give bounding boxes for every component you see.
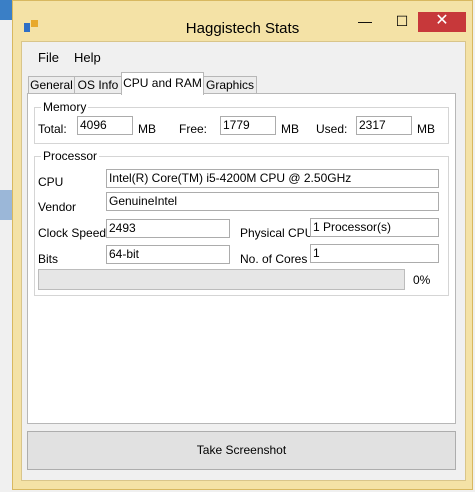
- take-screenshot-button[interactable]: Take Screenshot: [27, 431, 456, 470]
- memory-free-unit: MB: [281, 122, 299, 136]
- tab-graphics[interactable]: Graphics: [203, 76, 257, 94]
- cpu-progress-bar: [38, 269, 405, 290]
- cpu-label: CPU: [38, 175, 64, 189]
- cpu-field[interactable]: Intel(R) Core(TM) i5-4200M CPU @ 2.50GHz: [106, 169, 439, 188]
- close-button[interactable]: ✕: [418, 12, 466, 32]
- vendor-field[interactable]: GenuineIntel: [106, 192, 439, 211]
- tab-os-info[interactable]: OS Info: [74, 76, 122, 94]
- physical-cpu-label: Physical CPU:: [240, 226, 317, 240]
- memory-total-unit: MB: [138, 122, 156, 136]
- cores-field[interactable]: 1: [310, 244, 439, 263]
- maximize-button[interactable]: ☐: [387, 12, 417, 32]
- processor-group-label: Processor: [41, 149, 100, 163]
- app-window: Haggistech Stats — ☐ ✕ File Help General…: [12, 0, 473, 490]
- clock-speed-field[interactable]: 2493: [106, 219, 230, 238]
- tab-general[interactable]: General: [28, 76, 75, 94]
- memory-group: Memory Total: 4096 MB Free: 1779 MB Used…: [34, 100, 449, 144]
- vendor-label: Vendor: [38, 200, 77, 214]
- tab-cpu-and-ram[interactable]: CPU and RAM: [121, 72, 204, 95]
- desktop-strip: [0, 0, 12, 20]
- memory-used-label: Used:: [316, 122, 348, 136]
- minimize-button[interactable]: —: [352, 12, 378, 32]
- cpu-progress-text: 0%: [413, 273, 431, 287]
- menu-help[interactable]: Help: [74, 50, 101, 65]
- clock-speed-label: Clock Speed: [38, 226, 107, 240]
- desktop-strip: [0, 190, 12, 220]
- client-area: File Help General OS Info CPU and RAM Gr…: [21, 41, 466, 481]
- cpu-ram-panel: Memory Total: 4096 MB Free: 1779 MB Used…: [27, 93, 456, 424]
- memory-group-label: Memory: [41, 100, 89, 114]
- memory-used-field[interactable]: 2317: [356, 116, 412, 135]
- memory-free-label: Free:: [179, 122, 208, 136]
- bits-field[interactable]: 64-bit: [106, 245, 230, 264]
- memory-used-unit: MB: [417, 122, 435, 136]
- physical-cpu-field[interactable]: 1 Processor(s): [310, 218, 439, 237]
- memory-total-label: Total:: [38, 122, 67, 136]
- title-bar[interactable]: Haggistech Stats — ☐ ✕: [13, 1, 472, 37]
- menu-bar: File Help: [22, 42, 465, 68]
- bits-label: Bits: [38, 252, 59, 266]
- memory-total-field[interactable]: 4096: [77, 116, 133, 135]
- cores-label: No. of Cores: [240, 252, 308, 266]
- memory-free-field[interactable]: 1779: [220, 116, 276, 135]
- processor-group: Processor CPU Intel(R) Core(TM) i5-4200M…: [34, 149, 449, 296]
- menu-file[interactable]: File: [38, 50, 59, 65]
